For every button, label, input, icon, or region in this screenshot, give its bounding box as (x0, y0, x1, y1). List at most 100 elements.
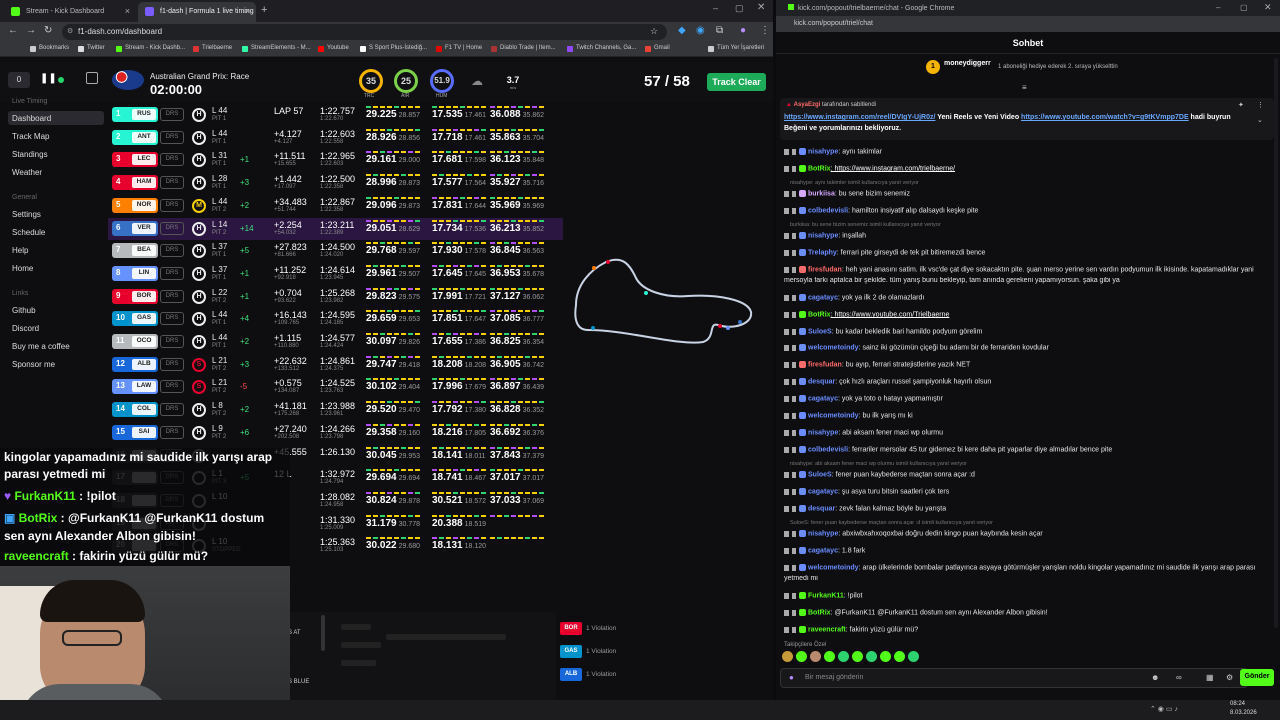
drag-handle-icon[interactable] (784, 412, 789, 419)
new-tab-button[interactable]: + (261, 4, 267, 16)
chat-message[interactable]: cagatayc: yok ya toto o hatayı yapmamışt… (784, 395, 1272, 402)
chat-text[interactable]: : https://www.youtube.com/Trielbaerne (831, 311, 950, 318)
chat-username[interactable]: colbedevisli (808, 446, 848, 453)
drag-handle-icon[interactable] (784, 207, 789, 214)
emote-icon[interactable] (894, 651, 905, 662)
bookmark-item[interactable]: S Sport Plus-İstediğ... (360, 45, 427, 52)
chat-message[interactable]: SuloeS: fener puan kaybederse maçtan son… (784, 471, 1272, 478)
sidebar-item-weather[interactable]: Weather (8, 165, 104, 179)
chat-message[interactable]: Trelaphy: ferrari pite girseydi de tek p… (784, 249, 1272, 256)
drag-handle-icon[interactable] (784, 165, 789, 172)
chat-username[interactable]: BotRix (808, 609, 831, 616)
menu-kebab-icon[interactable]: ⋮ (760, 25, 770, 36)
drag-handle-icon[interactable] (784, 328, 789, 335)
drag-handle-icon[interactable] (784, 592, 789, 599)
bookmark-item[interactable]: Diablo Trade | Item... (491, 45, 556, 52)
bookmark-item[interactable]: Trielbaerne (193, 45, 232, 52)
chat-message[interactable]: burkiisa: bu sene bizim senemiz (784, 190, 1272, 197)
chat-message[interactable]: yetmedi mi (784, 575, 1272, 582)
chat-message[interactable]: nisahype: abxiwbxahxoqoxbai doğru dedin … (784, 530, 1272, 537)
more-options-icon[interactable]: ⋮ (1257, 101, 1264, 109)
site-info-icon[interactable]: ⚙ (67, 27, 73, 35)
tab-kick-dashboard[interactable]: Stream - Kick Dashboard × (4, 2, 136, 22)
forward-icon[interactable]: → (26, 25, 36, 36)
chat-username[interactable]: nisahype (808, 429, 838, 436)
drag-handle-icon[interactable] (784, 429, 789, 436)
chat-username[interactable]: cagatayc (808, 488, 838, 495)
chat-message[interactable]: cagatayc: şu asya turu bitsin saatleri ç… (784, 488, 1272, 495)
drag-handle-icon[interactable] (784, 395, 789, 402)
drag-handle-icon[interactable] (784, 190, 789, 197)
popup-url-bar[interactable]: kick.com/popout/triel/chat (776, 16, 1280, 32)
drag-handle-icon[interactable] (784, 564, 789, 571)
settings-gear-icon[interactable]: ⚙ (1226, 673, 1233, 682)
sidebar-item-settings[interactable]: Settings (8, 207, 104, 221)
sidebar-item-standings[interactable]: Standings (8, 147, 104, 161)
bookmark-item[interactable]: Stream - Kick Dashb... (116, 45, 185, 52)
driver-row[interactable]: 13 LAW DRS S L 21 PIT 2 -5 +0.575 +134.087 1:24.5… (108, 376, 563, 398)
send-button[interactable]: Gönder (1240, 669, 1274, 686)
chat-username[interactable]: Trelaphy (808, 249, 837, 256)
drag-handle-icon[interactable] (784, 471, 789, 478)
mic-icon[interactable]: ● (789, 673, 794, 682)
tray-icons[interactable]: ⌃ ◉ ▭ ♪ (1150, 705, 1178, 713)
tab-f1-dash[interactable]: f1-dash | Formula 1 live timing × (138, 2, 256, 22)
sidebar-item-sponsor[interactable]: Sponsor me (8, 357, 104, 371)
bookmark-item[interactable]: StreamElements - M... (242, 45, 311, 52)
maximize-button[interactable]: ▢ (735, 3, 744, 14)
drag-handle-icon[interactable] (784, 530, 789, 537)
scrollbar[interactable] (321, 615, 325, 651)
emoji-icon[interactable]: ☻ (1151, 673, 1159, 682)
chat-username[interactable]: raveencraft (808, 626, 846, 633)
infinity-icon[interactable]: ∞ (1176, 673, 1182, 682)
drag-handle-icon[interactable] (784, 294, 789, 301)
emote-icon[interactable] (866, 651, 877, 662)
emote-icon[interactable] (824, 651, 835, 662)
minimize-button[interactable]: – (1216, 3, 1220, 12)
chat-message[interactable]: nisahype: abi aksam fener maci wp olurmu (784, 429, 1272, 436)
driver-row[interactable]: 4 HAM DRS H L 28 PIT 1 +3 +1.442 +17.097 1:22.500… (108, 172, 563, 194)
driver-row[interactable]: 7 BEA DRS H L 37 PIT 1 +5 +27.823 +81.666 1:24.50… (108, 240, 563, 262)
maximize-button[interactable]: ▢ (1240, 3, 1248, 12)
driver-row[interactable]: 14 COL DRS H L 8 PIT 2 +2 +41.181 +175.268 1:23.9… (108, 399, 563, 421)
close-window-button[interactable]: ✕ (1264, 2, 1272, 13)
chat-username[interactable]: desquar (808, 505, 835, 512)
bookmark-item[interactable]: F1 TV | Home (436, 45, 482, 52)
chat-username[interactable]: welcometoindy (808, 412, 859, 419)
sidebar-item-github[interactable]: Github (8, 303, 104, 317)
chat-username[interactable]: cagatayc (808, 294, 838, 301)
driver-row[interactable]: 5 NOR DRS M L 44 PIT 2 +2 +34.483 +51.744 1:22.86… (108, 195, 563, 217)
chat-message[interactable]: raveencraft: fakirin yüzü gülür mü? (784, 626, 1272, 633)
chat-message[interactable]: colbedevisli: ferrariler mersolar 45 tur… (784, 446, 1272, 453)
chat-message[interactable]: colbedevisli: hamilton insiyatif alıp da… (784, 207, 1272, 214)
chat-message[interactable]: BotRix: @FurkanK11 @FurkanK11 dostum sen… (784, 609, 1272, 616)
chat-username[interactable]: firesfudan (808, 361, 842, 368)
driver-row[interactable]: 10 GAS DRS H L 44 PIT 1 +4 +16.143 +109.765 1:24.… (108, 308, 563, 330)
drag-handle-icon[interactable] (784, 547, 789, 554)
bookmark-item[interactable]: Tüm Yer İşaretleri (708, 45, 764, 52)
driver-row[interactable]: 9 BOR DRS H L 22 PIT 2 +1 +0.704 +93.622 1:25.268… (108, 286, 563, 308)
bookmark-item[interactable]: Twitch Channels, Ga... (567, 45, 636, 52)
driver-row[interactable]: 3 LEC DRS H L 31 PIT 1 +1 +11.511 +15.655 1:22.96… (108, 149, 563, 171)
extensions-puzzle-icon[interactable]: ⧉ (716, 25, 723, 36)
bookmark-item[interactable]: Youtube (318, 45, 349, 52)
emote-icon[interactable] (782, 651, 793, 662)
address-bar[interactable]: ⚙ f1-dash.com/dashboard ☆ (62, 24, 667, 40)
chat-username[interactable]: colbedevisli (808, 207, 848, 214)
chat-message[interactable]: desquar: çok hızlı araçları russel şampi… (784, 378, 1272, 385)
chat-message[interactable]: firesfudan: heh yani anasını satim. ilk … (784, 266, 1272, 273)
emote-icon[interactable] (838, 651, 849, 662)
drag-handle-icon[interactable] (784, 488, 789, 495)
sidebar-item-track-map[interactable]: Track Map (8, 129, 104, 143)
chat-scrollbar[interactable] (1274, 58, 1278, 628)
chat-username[interactable]: desquar (808, 378, 835, 385)
emote-icon[interactable] (810, 651, 821, 662)
sidebar-item-dashboard[interactable]: Dashboard (8, 111, 104, 125)
gift-user[interactable]: moneydiggerr (944, 60, 991, 67)
chat-username[interactable]: SuloeS (808, 328, 832, 335)
bookmark-item[interactable]: Gmail (645, 45, 670, 52)
driver-row[interactable]: 12 ALB DRS S L 21 PIT 2 +3 +22.632 +133.512 1:24.… (108, 354, 563, 376)
close-tab-icon[interactable]: × (125, 6, 130, 16)
profile-icon[interactable]: ● (740, 25, 746, 36)
bookmark-item[interactable]: Twitter (78, 45, 105, 52)
